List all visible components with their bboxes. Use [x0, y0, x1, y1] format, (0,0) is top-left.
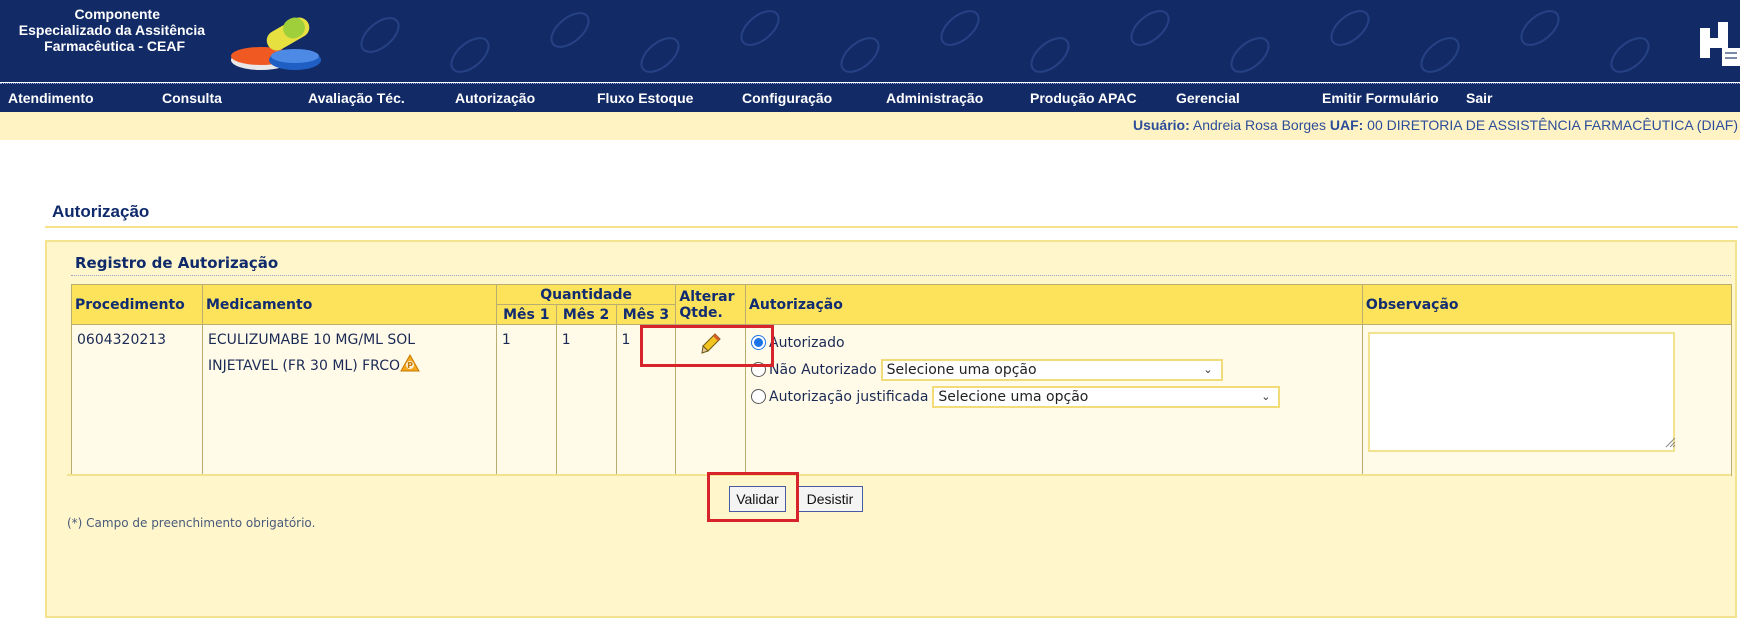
option-justificada[interactable]: Autorização justificada Selecione uma op… — [751, 383, 1357, 410]
header-mes1: Mês 1 — [495, 304, 557, 325]
highlight-autorizado-box — [640, 325, 774, 367]
uaf-label: UAF: — [1329, 117, 1364, 133]
menu-consulta[interactable]: Consulta — [162, 90, 222, 106]
menu-fluxo-estoque[interactable]: Fluxo Estoque — [597, 90, 693, 106]
header-alterar-qtde: Alterar Qtde. — [675, 284, 747, 325]
table-row: 0604320213 ECULIZUMABE 10 MG/ML SOL INJE… — [71, 324, 1733, 476]
brand-line-2: Especializado da Assitência — [18, 22, 205, 38]
medicamento-line1: ECULIZUMABE 10 MG/ML SOL — [207, 332, 416, 348]
label-nao-autorizado: Não Autorizado — [769, 361, 877, 378]
menu-configuracao[interactable]: Configuração — [742, 90, 832, 106]
header-quantidade: Quantidade — [495, 284, 677, 305]
section-title: Registro de Autorização — [75, 254, 279, 272]
ministry-logo-icon — [1700, 22, 1740, 66]
page-title: Autorização — [52, 202, 150, 221]
observation-textarea[interactable] — [1367, 332, 1675, 452]
cell-procedimento: 0604320213 — [71, 324, 203, 476]
radio-justificada[interactable] — [751, 389, 767, 404]
uaf-value: 00 DIRETORIA DE ASSISTÊNCIA FARMACÊUTICA… — [1367, 117, 1738, 133]
option-autorizado[interactable]: Autorizado — [751, 329, 1357, 356]
menu-atendimento[interactable]: Atendimento — [8, 90, 94, 106]
warning-icon[interactable]: P — [400, 354, 420, 372]
header-procedimento: Procedimento — [71, 284, 203, 325]
cell-medicamento: ECULIZUMABE 10 MG/ML SOL INJETAVEL (FR 3… — [201, 324, 497, 476]
section-divider — [71, 275, 1731, 276]
header-mes2: Mês 2 — [555, 304, 617, 325]
desistir-button[interactable]: Desistir — [797, 486, 863, 512]
brand-title: Componente Especializado da Assitência F… — [0, 6, 205, 54]
select-nao-autorizado-value: Selecione uma opção — [886, 361, 1037, 378]
menu-autorizacao[interactable]: Autorização — [455, 90, 535, 106]
authorization-table: Procedimento Medicamento Quantidade Alte… — [71, 284, 1733, 476]
user-name: Andreia Rosa Borges — [1192, 117, 1326, 133]
resize-grip-icon[interactable] — [1664, 436, 1676, 448]
brand-line-1: Componente — [74, 6, 160, 22]
select-nao-autorizado[interactable]: Selecione uma opção ⌄ — [880, 358, 1223, 381]
option-nao-autorizado[interactable]: Não Autorizado Selecione uma opção ⌄ — [751, 356, 1357, 383]
cell-autorizacao: Autorizado Não Autorizado Selecione uma … — [745, 324, 1363, 476]
menu-administracao[interactable]: Administração — [886, 90, 983, 106]
select-justificada[interactable]: Selecione uma opção ⌄ — [932, 385, 1281, 408]
header-banner: Componente Especializado da Assitência F… — [0, 0, 1740, 82]
label-autorizado: Autorizado — [769, 334, 845, 351]
cell-mes1: 1 — [495, 324, 557, 476]
header-alterar-line1: Alterar — [679, 288, 735, 305]
header-medicamento: Medicamento — [201, 284, 497, 325]
footer-divider — [67, 474, 1731, 476]
header-mes3: Mês 3 — [615, 304, 677, 325]
svg-text:P: P — [407, 361, 413, 370]
menu-gerencial[interactable]: Gerencial — [1176, 90, 1240, 106]
select-justificada-value: Selecione uma opção — [938, 388, 1089, 405]
menu-producao-apac[interactable]: Produção APAC — [1030, 90, 1137, 106]
label-justificada: Autorização justificada — [769, 388, 929, 405]
chevron-down-icon: ⌄ — [1261, 390, 1271, 403]
header-alterar-line2: Qtde. — [679, 304, 723, 321]
brand-line-3: Farmacêutica - CEAF — [44, 38, 185, 54]
menu-avaliacao-tec[interactable]: Avaliação Téc. — [308, 90, 405, 106]
main-menu: Atendimento Consulta Avaliação Téc. Auto… — [0, 83, 1740, 112]
header-autorizacao: Autorização — [745, 284, 1363, 325]
cell-mes2: 1 — [555, 324, 617, 476]
highlight-validar-box — [707, 472, 799, 522]
required-field-note: (*) Campo de preenchimento obrigatório. — [67, 516, 316, 530]
authorization-panel: Registro de Autorização Procedimento Med… — [45, 240, 1737, 618]
user-label: Usuário: — [1132, 117, 1190, 133]
header-observacao: Observação — [1361, 284, 1733, 325]
menu-sair[interactable]: Sair — [1466, 90, 1492, 106]
pills-logo-icon — [231, 17, 321, 70]
medicamento-line2: INJETAVEL (FR 30 ML) FRCO — [207, 358, 400, 374]
cell-observacao — [1361, 324, 1733, 476]
user-bar: Usuário: Andreia Rosa Borges UAF: 00 DIR… — [0, 112, 1740, 140]
chevron-down-icon: ⌄ — [1203, 363, 1213, 376]
title-divider — [45, 226, 1738, 228]
menu-emitir-formulario[interactable]: Emitir Formulário — [1322, 90, 1439, 106]
user-info: Usuário: Andreia Rosa Borges UAF: 00 DIR… — [1133, 117, 1738, 133]
